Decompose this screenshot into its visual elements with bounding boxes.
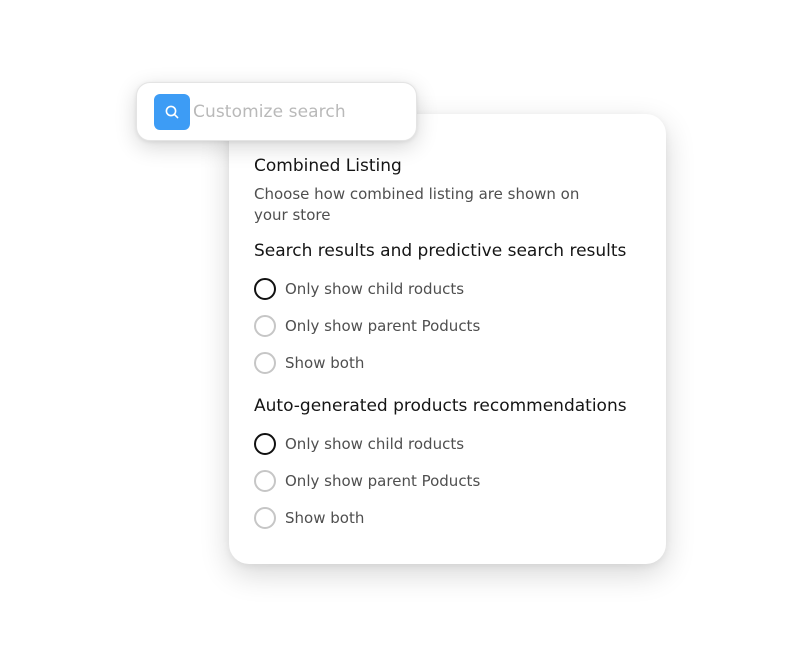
panel-title: Combined Listing: [254, 156, 402, 176]
radio-option-parent-products[interactable]: Only show parent Poducts: [254, 462, 666, 499]
search-results-section: Search results and predictive search res…: [254, 240, 666, 381]
panel-description: Choose how combined listing are shown on…: [254, 185, 580, 224]
recommendations-section: Auto-generated products recommendations …: [254, 395, 666, 536]
radio-button[interactable]: [254, 506, 276, 529]
radio-label: Only show child roducts: [285, 279, 465, 298]
radio-label: Show both: [285, 508, 365, 527]
radio-button[interactable]: [254, 351, 276, 374]
radio-label: Only show parent Poducts: [285, 316, 481, 335]
radio-label: Only show child roducts: [285, 434, 465, 453]
radio-option-child-products[interactable]: Only show child roducts: [254, 270, 666, 307]
search-icon-glyph: [165, 105, 179, 118]
section-heading: Auto-generated products recommendations: [254, 396, 627, 416]
radio-option-child-products[interactable]: Only show child roducts: [254, 425, 666, 462]
search-input[interactable]: Customize search: [193, 102, 346, 122]
radio-button[interactable]: [254, 469, 276, 492]
radio-option-parent-products[interactable]: Only show parent Poducts: [254, 307, 666, 344]
radio-group: Only show child roducts Only show parent…: [254, 425, 666, 536]
radio-button[interactable]: [254, 277, 276, 300]
radio-label: Only show parent Poducts: [285, 471, 481, 490]
search-icon[interactable]: [154, 93, 190, 130]
stage: Combined Listing Choose how combined lis…: [0, 0, 800, 647]
section-heading: Search results and predictive search res…: [254, 241, 627, 261]
radio-button[interactable]: [254, 432, 276, 455]
search-bar[interactable]: Customize search: [136, 82, 417, 141]
radio-label: Show both: [285, 353, 365, 372]
radio-option-show-both[interactable]: Show both: [254, 499, 666, 536]
radio-button[interactable]: [254, 314, 276, 337]
radio-group: Only show child roducts Only show parent…: [254, 270, 666, 381]
combined-listing-panel: Combined Listing Choose how combined lis…: [229, 114, 666, 564]
radio-option-show-both[interactable]: Show both: [254, 344, 666, 381]
